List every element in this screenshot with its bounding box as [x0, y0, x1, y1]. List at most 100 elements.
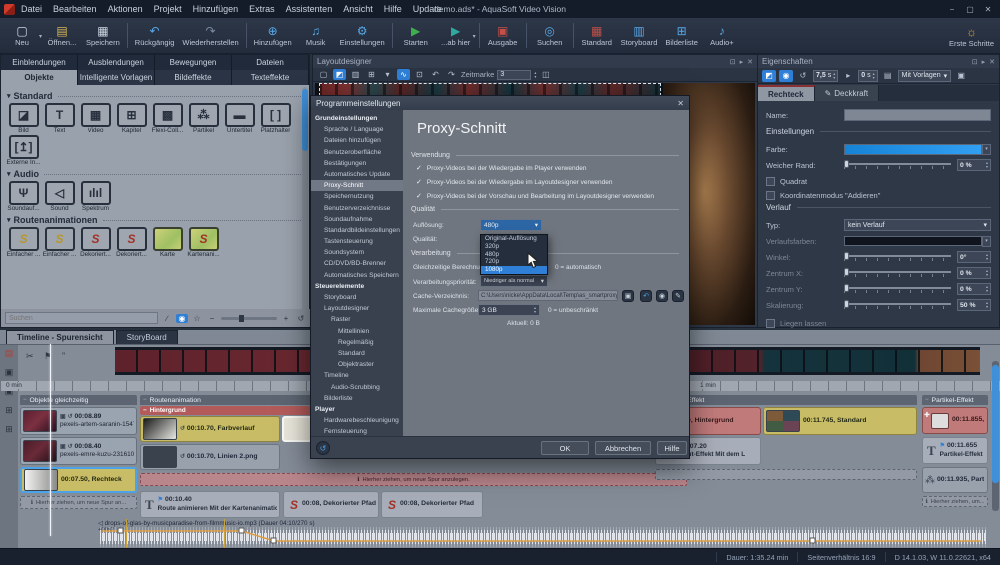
settings-tree-item[interactable]: Bilderliste: [311, 393, 403, 404]
toolbar-button[interactable]: [526, 23, 527, 48]
vorlagen-dropdown[interactable]: Mit Vorlagen ▾: [898, 70, 951, 82]
toolbox-item[interactable]: [↥] Externe In...: [7, 135, 40, 166]
popout-icon[interactable]: ▸: [982, 58, 986, 66]
offset-spinner[interactable]: 0 s ▴▾: [858, 70, 877, 82]
toolbox-item[interactable]: ılıl Spektrum: [79, 181, 112, 212]
timeline-clip-selected[interactable]: 00:07.50, Rechteck: [20, 467, 137, 493]
color-swatch[interactable]: [844, 144, 982, 155]
quadrat-checkbox[interactable]: [766, 177, 775, 186]
book-icon[interactable]: ▤: [881, 70, 895, 82]
toolbar-button[interactable]: ⊞ Bilderliste: [661, 19, 702, 52]
settings-tree-item[interactable]: Hardwarebeschleunigung: [311, 415, 403, 426]
track-group-header[interactable]: −Partikel-Effekt: [922, 395, 988, 405]
toolbox-item[interactable]: S Einfacher ...: [43, 227, 76, 258]
settings-tree-item[interactable]: Steuerelemente: [311, 281, 403, 292]
settings-tree-item[interactable]: Raster: [311, 314, 403, 325]
expand-plus-icon[interactable]: ✚: [924, 411, 930, 419]
settings-tree-item[interactable]: Soundaufnahme: [311, 214, 403, 225]
settings-tree-item[interactable]: Benutzerverzeichnisse: [311, 203, 403, 214]
toolbar-button[interactable]: [392, 23, 393, 48]
cache-path-field[interactable]: C:\Users\nicke\AppData\Local\Temp\as_sma…: [478, 290, 618, 301]
track-group-header[interactable]: −Layout-Effekt: [655, 395, 917, 405]
fill-toggle-icon[interactable]: ◩: [762, 70, 776, 82]
grid-icon[interactable]: ⊞: [365, 69, 378, 80]
erste-schritte-button[interactable]: ☼ Erste Schritte: [949, 19, 994, 53]
close-icon[interactable]: ✕: [747, 58, 753, 66]
toolbar-button[interactable]: ▦ Standard: [577, 19, 617, 52]
settings-tree-item[interactable]: Standard: [311, 348, 403, 359]
checkbox-row[interactable]: ✓ Proxy-Videos bei der Wiedergabe im Lay…: [416, 178, 612, 186]
settings-tree-item[interactable]: Layoutdesigner: [311, 303, 403, 314]
section-audio[interactable]: ▾ Audio: [7, 169, 303, 179]
toolbar-button[interactable]: ◎ Suchen: [530, 19, 570, 52]
toolbox-item[interactable]: ▦ Video: [79, 103, 112, 134]
duration-spinner[interactable]: 7,5 s ▴▾: [813, 70, 838, 82]
toolbox-category-tab[interactable]: Ausblendungen: [78, 55, 155, 70]
toolbox-item[interactable]: T Text: [43, 103, 76, 134]
checkbox-row[interactable]: ✓ Proxy-Videos bei der Wiedergabe im Pla…: [416, 164, 586, 172]
menu-item[interactable]: Update: [413, 4, 442, 14]
add-frame-icon[interactable]: ⊞: [5, 424, 13, 435]
reset-path-icon[interactable]: ↶: [640, 290, 652, 302]
toolbox-category-tab[interactable]: Bewegungen: [155, 55, 232, 70]
settings-tree-item[interactable]: Storyboard: [311, 292, 403, 303]
help-button[interactable]: Hilfe: [657, 441, 687, 455]
move-tool-icon[interactable]: ◩: [333, 69, 346, 80]
aufloesung-dropdown[interactable]: 480p ▾: [480, 219, 542, 231]
settings-tree-item[interactable]: Standardbildeinstellungen: [311, 225, 403, 236]
toolbar-button[interactable]: [127, 23, 128, 48]
toolbox-item[interactable]: ◪ Bild: [7, 103, 40, 134]
toolbar-button[interactable]: ▥ Storyboard: [617, 19, 662, 52]
grid-caret-icon[interactable]: ▾: [381, 69, 394, 80]
menu-item[interactable]: Projekt: [154, 4, 182, 14]
volume-envelope[interactable]: [96, 521, 988, 548]
zoom-out-icon[interactable]: −: [206, 314, 218, 323]
toolbox-item[interactable]: S Dekoriert...: [79, 227, 112, 258]
toolbar-button[interactable]: [573, 23, 574, 48]
toolbar-button[interactable]: ↷ Wiederherstellen: [178, 19, 242, 52]
toolbox-item[interactable]: [ ] Platzhalter: [259, 103, 292, 134]
toolbox-item[interactable]: ◁ Sound: [43, 181, 76, 212]
timeline-clip-video[interactable]: ▣ ↺ 00:08.89 pexels-artem-saranin-154781: [20, 407, 137, 435]
toolbox-tab[interactable]: Bildeffekte: [155, 70, 232, 85]
audio-track[interactable]: ◁ drops-of-glas-by-musicparadise-from-fi…: [96, 521, 988, 548]
thumbnail-size-slider[interactable]: [221, 317, 277, 320]
timeline-clip-standard[interactable]: 00:11.745, Standard: [763, 407, 917, 435]
toolbar-button[interactable]: ♫ Musik: [296, 19, 336, 52]
preview-eye-icon[interactable]: ◉: [176, 314, 188, 323]
timeline-clip-map[interactable]: [282, 416, 312, 442]
timeline-clip-farbverlauf[interactable]: ↺ 00:10.70, Farbverlauf: [140, 416, 280, 442]
zeitmarke-spinner[interactable]: ▴▾: [534, 71, 536, 79]
visibility-toggle-icon[interactable]: ◉: [779, 70, 793, 82]
toolbox-tab[interactable]: Texteffekte: [232, 70, 309, 85]
settings-tree-item[interactable]: Speichernutzung: [311, 191, 403, 202]
undo-icon[interactable]: ↶: [429, 69, 442, 80]
verlauf-typ-dropdown[interactable]: kein Verlauf ▾: [844, 219, 991, 231]
track-group-header[interactable]: −Objekte gleichzeitig: [20, 395, 137, 405]
loop-icon[interactable]: ↺: [796, 70, 810, 82]
popout-icon[interactable]: ▸: [740, 58, 744, 66]
toolbox-item[interactable]: Ψ Soundauf...: [7, 181, 40, 212]
toolbox-category-tab[interactable]: Dateien: [232, 55, 309, 70]
toolbar-button[interactable]: ♪ Audio+: [702, 19, 742, 52]
tab-deckkraft[interactable]: ✎ Deckkraft: [815, 85, 880, 101]
koordinatenmodus-checkbox[interactable]: [766, 191, 775, 200]
toolbar-button[interactable]: [246, 23, 247, 48]
toolbar-button[interactable]: ▶ Starten: [396, 19, 436, 52]
tab-storyboard[interactable]: StoryBoard: [116, 330, 178, 344]
toolbar-button[interactable]: [479, 23, 480, 48]
settings-tree-item[interactable]: Fernsteuerung: [311, 426, 403, 436]
toolbox-scrollbar[interactable]: [302, 87, 308, 327]
cancel-button[interactable]: Abbrechen: [595, 441, 651, 455]
pen-tool-icon[interactable]: ∕: [161, 314, 173, 323]
toolbox-item[interactable]: ▬ Untertitel: [223, 103, 256, 134]
settings-tree-item[interactable]: Audio-Scrubbing: [311, 382, 403, 393]
timeline-clip-text-partikel[interactable]: T ⚑ 00:11.655 Partikel-Effekt: [922, 437, 988, 464]
timeline-playhead[interactable]: [50, 344, 51, 536]
select-tool-icon[interactable]: ▢: [317, 69, 330, 80]
settings-tree-item[interactable]: Grundeinstellungen: [311, 113, 403, 124]
zeitmarke-input[interactable]: 3: [497, 70, 531, 80]
menu-item[interactable]: Datei: [21, 4, 42, 14]
zoom-in-icon[interactable]: +: [280, 314, 292, 323]
dock-icon[interactable]: ⊡: [730, 58, 736, 66]
